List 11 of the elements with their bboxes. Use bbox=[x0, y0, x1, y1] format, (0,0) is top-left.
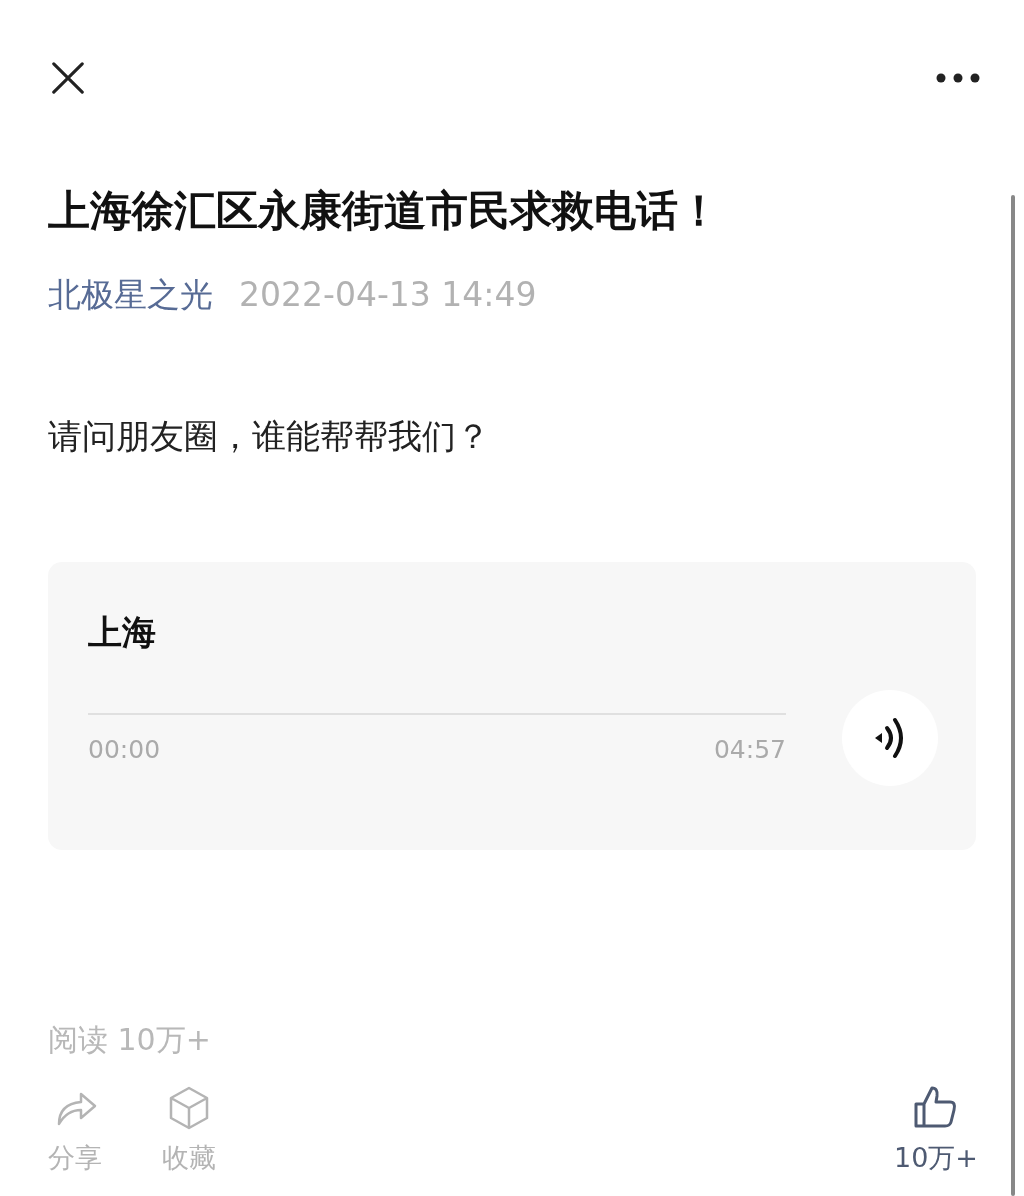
article-text: 请问朋友圈，谁能帮帮我们？ bbox=[48, 415, 491, 459]
read-count: 阅读 10万+ bbox=[48, 1022, 212, 1058]
duration: 04:57 bbox=[713, 735, 786, 765]
like-button[interactable]: 10万+ bbox=[894, 1084, 978, 1176]
audio-title: 上海 bbox=[88, 612, 157, 654]
article-title: 上海徐汇区永康街道市民求救电话！ bbox=[48, 185, 721, 237]
current-time: 00:00 bbox=[88, 735, 161, 765]
publish-date: 2022-04-13 14:49 bbox=[239, 274, 537, 315]
author-name[interactable]: 北极星之光 bbox=[48, 274, 213, 315]
close-icon[interactable] bbox=[52, 62, 84, 94]
more-icon[interactable] bbox=[936, 73, 980, 83]
